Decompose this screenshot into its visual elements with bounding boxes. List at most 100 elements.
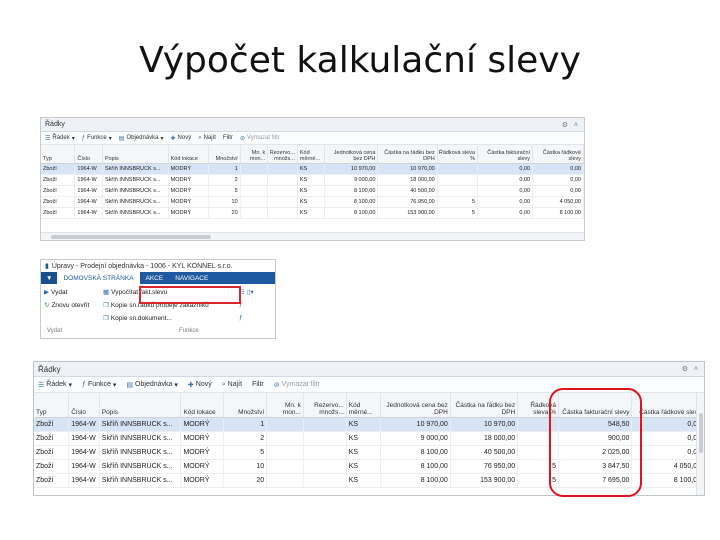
column-header[interactable]: Popis [99, 393, 182, 418]
new-icon: ✚ [187, 381, 194, 389]
table-row[interactable]: Zboží 1964-W Skříň INNSBRUCK s... MODRÝ 5 KS 8… [41, 185, 584, 197]
tab-navigate[interactable]: NAVIGACE [169, 272, 214, 284]
clear-filter-button[interactable]: ⊘ Vymazat filtr [274, 381, 320, 389]
file-menu-button[interactable]: ▼ [41, 272, 58, 284]
find-button[interactable]: ⌕ Najít [198, 135, 216, 142]
group-label-release: Vydat [47, 328, 63, 334]
table-cell [266, 417, 304, 432]
vertical-scrollbar[interactable] [696, 393, 704, 495]
find-button[interactable]: ⌕ Najít [222, 381, 242, 389]
column-header[interactable]: Částka řádkové slevy [532, 145, 584, 164]
tab-actions[interactable]: AKCE [140, 272, 170, 284]
table-cell: 1964-W [68, 459, 100, 474]
horizontal-scrollbar[interactable] [41, 232, 584, 240]
column-header[interactable]: Typ [34, 393, 70, 418]
column-header[interactable]: Mn. k mon... [266, 393, 304, 418]
function-menu-button[interactable]: ƒ Funkce ▾ [82, 381, 116, 389]
table-cell: Skříň INNSBRUCK s... [99, 473, 182, 488]
table-cell: MODRÝ [180, 417, 225, 432]
column-header[interactable]: Kód měrné... [297, 145, 326, 164]
table-row[interactable]: Zboží 1964-W Skříň INNSBRUCK s... MODRÝ 2 KS 9… [34, 431, 704, 446]
row-menu-button[interactable]: ☰ Řádek ▾ [45, 135, 75, 142]
column-header[interactable]: Částka fakturační slevy [477, 145, 534, 164]
copy-icon: ❐ [103, 302, 109, 309]
calculator-icon: ▦ [103, 289, 110, 296]
group-label-function: Funkce [179, 328, 199, 334]
table-row[interactable]: Zboží 1964-W Skříň INNSBRUCK s... MODRÝ 10 KS… [41, 196, 584, 208]
column-header[interactable]: Množství [208, 145, 241, 164]
ribbon-extra-icons[interactable]: ☷ ▯▾ [239, 288, 254, 296]
column-header[interactable]: Částka řádkové slevy [631, 393, 704, 418]
filter-button[interactable]: Filtr [223, 135, 233, 141]
table-cell: Skříň INNSBRUCK s... [102, 174, 169, 186]
column-header[interactable]: Jednotková cena bez DPH [380, 393, 451, 418]
column-header[interactable]: Kód lokace [180, 393, 225, 418]
filter-button[interactable]: Filtr [252, 381, 264, 388]
lines-toolbar: ☰ Řádek ▾ ƒ Funkce ▾ ▤ Objednávka ▾ ✚ Nový ⌕… [34, 377, 704, 393]
table-cell: 1964-W [68, 445, 100, 460]
tab-home[interactable]: DOMOVSKÁ STRÁNKA [57, 272, 140, 284]
table-header-row: Typ Číslo Popis Kód lokace Množství Mn. k mon… [34, 393, 704, 418]
table-cell: 0,00 [477, 196, 534, 208]
column-header[interactable]: Číslo [68, 393, 100, 418]
column-header[interactable]: Částka na řádku bez DPH [450, 393, 519, 418]
table-row[interactable]: Zboží 1964-W Skříň INNSBRUCK s... MODRÝ 10 KS… [34, 459, 704, 474]
table-cell: Skříň INNSBRUCK s... [99, 431, 182, 446]
table-row[interactable]: Zboží 1964-W Skříň INNSBRUCK s... MODRÝ 1 KS 1… [41, 163, 584, 175]
column-header[interactable]: Mn. k mon... [240, 145, 269, 164]
table-cell: 8 100,00 [380, 445, 451, 460]
order-menu-button[interactable]: ▤ Objednávka ▾ [119, 135, 164, 142]
column-header[interactable]: Řádková sleva % [517, 393, 559, 418]
column-header[interactable]: Částka na řádku bez DPH [377, 145, 438, 164]
table-cell: 5 [223, 445, 268, 460]
column-header[interactable]: Kód lokace [168, 145, 209, 164]
column-header[interactable]: Řádková sleva % [437, 145, 478, 164]
table-header-row: Typ Číslo Popis Kód lokace Množství Mn. k mon… [41, 145, 584, 164]
table-cell [267, 163, 298, 175]
table-cell: 3 847,50 [558, 459, 633, 474]
panel-options-icon[interactable]: ⚙ ˄ [682, 365, 700, 373]
new-button[interactable]: ✚ Nový [171, 135, 192, 142]
column-header[interactable]: Částka fakturační slevy [558, 393, 633, 418]
scrollbar-thumb[interactable] [51, 235, 211, 239]
table-row[interactable]: Zboží 1964-W Skříň INNSBRUCK s... MODRÝ 2 KS 9… [41, 174, 584, 186]
table-row[interactable]: Zboží 1964-W Skříň INNSBRUCK s... MODRÝ 20 KS… [34, 473, 704, 488]
function-icon-button-2[interactable]: ƒ [239, 314, 243, 321]
column-header[interactable]: Rezervo... množs... [303, 393, 347, 418]
column-header[interactable]: Popis [102, 145, 169, 164]
column-header[interactable]: Jednotková cena bez DPH [324, 145, 379, 164]
table-row[interactable]: Zboží 1964-W Skříň INNSBRUCK s... MODRÝ 1 KS 1… [34, 417, 704, 432]
column-header[interactable]: Číslo [74, 145, 103, 164]
function-icon: ƒ [82, 381, 86, 388]
window-title-bar: ▮ Úpravy - Prodejní objednávka - 1006 - … [41, 260, 275, 272]
copy-document-button[interactable]: ❐ Kopie sn.dokument... [103, 314, 172, 323]
table-cell [437, 163, 478, 175]
table-cell: 9 000,00 [380, 431, 451, 446]
document-icon: ▤ [126, 381, 134, 389]
clear-filter-button[interactable]: ⊘ Vymazat filtr [240, 135, 280, 142]
column-header[interactable]: Typ [41, 145, 76, 164]
scrollbar-thumb[interactable] [699, 413, 703, 453]
table-cell [267, 196, 298, 208]
function-menu-button[interactable]: ƒ Funkce ▾ [82, 135, 112, 142]
table-row[interactable]: Zboží 1964-W Skříň INNSBRUCK s... MODRÝ 5 KS 8… [34, 445, 704, 460]
order-menu-button[interactable]: ▤ Objednávka ▾ [126, 381, 178, 389]
clear-filter-icon: ⊘ [273, 381, 280, 389]
column-header[interactable]: Kód měrné... [346, 393, 382, 418]
release-button[interactable]: ▶ Vydat [44, 288, 67, 297]
table-cell: MODRÝ [168, 207, 209, 219]
table-cell: Zboží [34, 445, 70, 460]
reopen-button[interactable]: ↻ Znovu otevřít [44, 301, 89, 310]
table-row[interactable]: Zboží 1964-W Skříň INNSBRUCK s... MODRÝ 20 KS… [41, 207, 584, 219]
table-cell: 2 [223, 431, 268, 446]
table-cell: Zboží [41, 174, 76, 186]
panel-options-icon[interactable]: ⚙ ˄ [562, 121, 580, 129]
row-icon: ☰ [45, 135, 51, 142]
column-header[interactable]: Množství [223, 393, 268, 418]
new-button[interactable]: ✚ Nový [188, 381, 212, 389]
row-menu-button[interactable]: ☰ Řádek ▾ [38, 381, 72, 389]
clear-filter-icon: ⊘ [239, 135, 245, 142]
column-header[interactable]: Rezervo... množs... [267, 145, 298, 164]
table-cell: 9 000,00 [324, 174, 379, 186]
table-cell: KS [346, 445, 382, 460]
